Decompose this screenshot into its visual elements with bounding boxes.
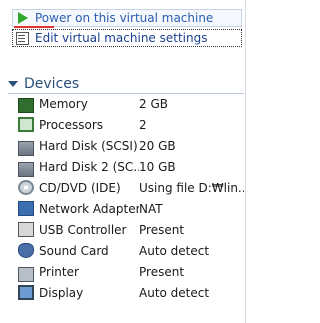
device-name: USB Controller (39, 222, 127, 237)
device-row-memory[interactable]: Memory 2 GB (18, 93, 244, 114)
device-value: Auto detect (139, 243, 210, 258)
device-name: Sound Card (39, 243, 109, 258)
device-row-printer[interactable]: Printer Present (18, 261, 244, 282)
memory-icon (18, 98, 34, 113)
device-name: Hard Disk 2 (SC... (39, 159, 139, 174)
printer-icon (18, 267, 34, 282)
device-name: Hard Disk (SCSI) (39, 138, 138, 153)
device-row-hard-disk-2[interactable]: Hard Disk 2 (SC... 10 GB (18, 156, 244, 177)
device-name: Network Adapter (39, 201, 139, 216)
hard-disk-icon (18, 162, 34, 177)
device-value: Present (139, 222, 185, 237)
device-row-processors[interactable]: Processors 2 (18, 114, 244, 135)
device-value: NAT (139, 201, 163, 216)
edit-settings-button[interactable]: Edit virtual machine settings (12, 29, 242, 47)
device-name: Memory (39, 96, 88, 111)
devices-section-title: Devices (24, 76, 80, 92)
device-row-display[interactable]: Display Auto detect (18, 282, 244, 303)
device-value: 2 (139, 117, 147, 132)
device-row-cd-dvd[interactable]: CD/DVD (IDE) Using file D:₩lin... (18, 177, 244, 198)
display-icon (18, 285, 34, 300)
hard-disk-icon (18, 141, 34, 156)
collapse-caret-icon[interactable] (8, 81, 18, 87)
device-row-sound-card[interactable]: Sound Card Auto detect (18, 240, 244, 261)
edit-settings-icon (15, 31, 31, 45)
device-row-network-adapter[interactable]: Network Adapter NAT (18, 198, 244, 219)
device-name: Processors (39, 117, 104, 132)
red-annotation-underline (14, 26, 54, 28)
device-value: Using file D:₩lin... (139, 180, 244, 195)
sound-card-icon (18, 243, 34, 258)
usb-icon (18, 222, 34, 237)
panel-border (245, 0, 246, 323)
device-value: Auto detect (139, 285, 210, 300)
network-adapter-icon (18, 201, 34, 216)
device-value: 2 GB (139, 96, 168, 111)
edit-settings-label: Edit virtual machine settings (35, 31, 208, 45)
device-row-hard-disk[interactable]: Hard Disk (SCSI) 20 GB (18, 135, 244, 156)
device-value: 10 GB (139, 159, 176, 174)
device-value: 20 GB (139, 138, 176, 153)
processor-icon (18, 117, 34, 132)
device-value: Present (139, 264, 185, 279)
cd-dvd-icon (18, 180, 34, 195)
device-name: Display (39, 285, 84, 300)
power-on-button[interactable]: Power on this virtual machine (12, 9, 242, 27)
device-list: Memory 2 GB Processors 2 Hard Disk (SCSI… (18, 93, 244, 303)
device-name: Printer (39, 264, 79, 279)
power-play-icon (15, 11, 31, 25)
device-name: CD/DVD (IDE) (39, 180, 121, 195)
device-row-usb-controller[interactable]: USB Controller Present (18, 219, 244, 240)
devices-section-header[interactable]: Devices (8, 74, 244, 94)
power-on-label: Power on this virtual machine (35, 11, 214, 25)
